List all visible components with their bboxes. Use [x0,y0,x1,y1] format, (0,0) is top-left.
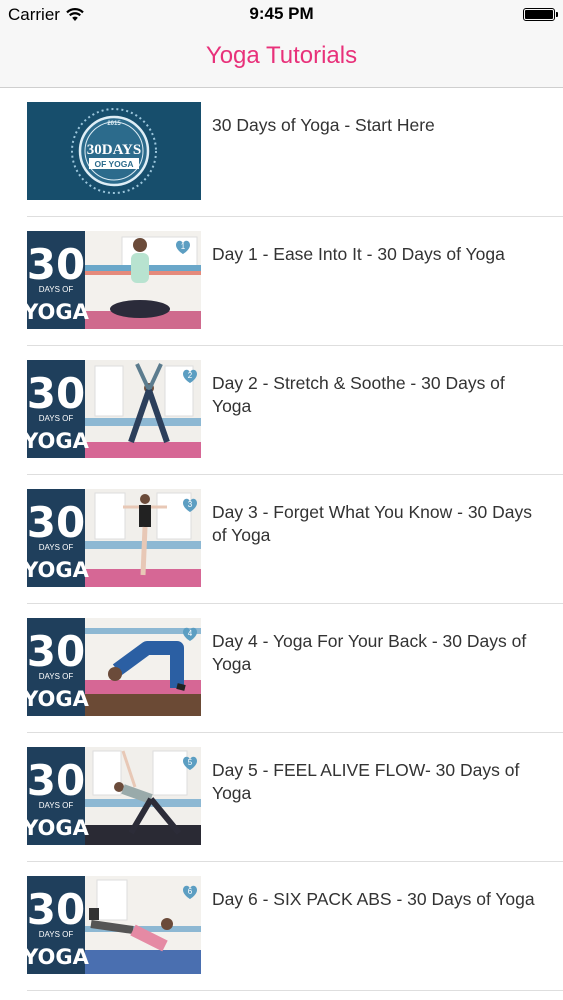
heart-number: 3 [188,500,193,509]
thumb-small-text: DAYS OF [39,930,74,939]
heart-number: 6 [188,887,193,896]
thumb-small-text: DAYS OF [39,414,74,423]
thumb-big-number: 30 [27,498,85,547]
thumb-word: YOGA [27,300,90,324]
thumb-big-number: 30 [27,885,85,934]
badge-subtitle-text: OF YOGA [94,159,133,169]
list-item[interactable]: 30 DAYS OF YOGA 5 Day 5 - FEEL ALIVE FLO… [27,733,563,862]
clock: 9:45 PM [249,4,314,23]
badge-title-text: 30DAYS [87,142,141,158]
video-title: Day 4 - Yoga For Your Back - 30 Days of … [212,631,527,674]
thumb-word: YOGA [27,558,90,582]
video-thumbnail: 30 DAYS OF YOGA 6 [27,876,201,974]
heart-number: 1 [181,242,186,251]
battery-icon [523,8,558,21]
thumb-word: YOGA [27,687,90,711]
video-title: Day 2 - Stretch & Soothe - 30 Days of Yo… [212,373,505,416]
video-list: 30DAYS OF YOGA 2015 30 Days of Yoga - St… [0,88,563,991]
status-bar: Carrier 9:45 PM [0,0,563,30]
list-item[interactable]: 30 DAYS OF YOGA 1 Day 1 - Ease Into It -… [27,217,563,346]
thumb-word: YOGA [27,945,90,969]
thumb-small-text: DAYS OF [39,672,74,681]
badge-year-text: 2015 [107,121,121,127]
thumb-word: YOGA [27,816,90,840]
video-thumbnail: 30 DAYS OF YOGA 5 [27,747,201,845]
thumb-small-text: DAYS OF [39,543,74,552]
navigation-bar: Yoga Tutorials [0,30,563,88]
list-item[interactable]: 30 DAYS OF YOGA 3 Day 3 - Forget What Yo… [27,475,563,604]
list-item[interactable]: 30 DAYS OF YOGA 2 Day 2 - Stretch & Soot… [27,346,563,475]
video-thumbnail: 30 DAYS OF YOGA 1 [27,231,201,329]
list-item[interactable]: 30 DAYS OF YOGA 4 Day 4 - Yoga For Your … [27,604,563,733]
video-title: Day 5 - FEEL ALIVE FLOW- 30 Days of Yoga [212,760,520,803]
heart-number: 2 [188,371,193,380]
video-title: Day 1 - Ease Into It - 30 Days of Yoga [212,244,505,264]
heart-number: 5 [188,758,193,767]
list-item[interactable]: 30DAYS OF YOGA 2015 30 Days of Yoga - St… [27,88,563,217]
list-item[interactable]: 30 DAYS OF YOGA 6 Day 6 - SIX PACK ABS -… [27,862,563,991]
thumb-big-number: 30 [27,240,85,289]
thumb-big-number: 30 [27,756,85,805]
video-thumbnail: 30 DAYS OF YOGA 2 [27,360,201,458]
video-title: 30 Days of Yoga - Start Here [212,115,435,135]
video-thumbnail: 30DAYS OF YOGA 2015 [27,102,201,200]
video-title: Day 3 - Forget What You Know - 30 Days o… [212,502,533,545]
thumb-small-text: DAYS OF [39,285,74,294]
video-title: Day 6 - SIX PACK ABS - 30 Days of Yoga [212,889,535,909]
thumb-word: YOGA [27,429,90,453]
video-thumbnail: 30 DAYS OF YOGA 3 [27,489,201,587]
thumb-big-number: 30 [27,627,85,676]
thumb-small-text: DAYS OF [39,801,74,810]
heart-number: 4 [188,629,193,638]
thumb-big-number: 30 [27,369,85,418]
video-thumbnail: 30 DAYS OF YOGA 4 [27,618,201,716]
page-title: Yoga Tutorials [205,42,358,69]
